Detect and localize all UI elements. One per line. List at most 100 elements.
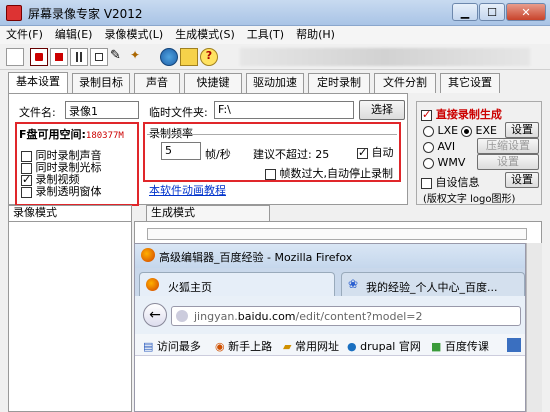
tab-other[interactable]: 其它设置 — [440, 73, 500, 93]
radio-avi[interactable]: AVI — [423, 140, 455, 153]
firefox-navbar: ← jingyan.baidu.com/edit/content?model=2 — [135, 296, 525, 334]
output-format-panel: 直接录制生成 LXE EXE 设置 AVI 压缩设置 WMV 设置 自设信息 设… — [416, 101, 542, 205]
overflow-label: 帧数过大,自动停止录制 — [279, 167, 394, 180]
pause-icon[interactable] — [70, 48, 88, 66]
radio-wmv[interactable]: WMV — [423, 156, 465, 169]
app-icon — [6, 5, 22, 21]
menu-help[interactable]: 帮助(H) — [290, 26, 341, 44]
close-button[interactable]: ✕ — [506, 3, 546, 21]
bookmark-label: drupal 官网 — [360, 340, 421, 353]
tempfolder-input[interactable]: F:\ — [214, 101, 354, 119]
filename-input[interactable]: 录像1 — [65, 101, 139, 119]
folder-icon: ▰ — [283, 340, 292, 353]
bookmark-common-sites[interactable]: ▰ 常用网址 — [283, 338, 339, 354]
radio-label: AVI — [437, 140, 456, 153]
tab-sound[interactable]: 声音 — [134, 73, 180, 93]
radio-lxe[interactable]: LXE — [423, 124, 458, 137]
fps-input[interactable]: 5 — [161, 142, 201, 160]
help-icon[interactable]: ? — [200, 48, 218, 66]
record-icon[interactable] — [30, 48, 48, 66]
menu-tools[interactable]: 工具(T) — [241, 26, 290, 44]
preview-icon[interactable] — [90, 48, 108, 66]
bookmark-baidu-chuanke[interactable]: ■ 百度传课 — [431, 338, 489, 354]
url-domain: baidu.com — [237, 310, 296, 323]
tab-record-mode[interactable]: 录像模式 — [8, 205, 132, 221]
bookmark-icon: ■ — [431, 340, 442, 353]
radio[interactable] — [423, 125, 434, 137]
compress-settings-button[interactable]: 压缩设置 — [477, 138, 539, 154]
choose-button[interactable]: 选择 — [359, 100, 405, 120]
bookmarks-bar: ▤ 访问最多 ◉ 新手上路 ▰ 常用网址 ● drupal 官网 ■ 百度传课 — [135, 334, 525, 356]
radio[interactable] — [423, 141, 434, 153]
bookmark-most-visited[interactable]: ▤ 访问最多 — [143, 338, 201, 354]
url-path: /edit/content?model=2 — [295, 310, 423, 323]
back-icon[interactable]: ← — [143, 303, 167, 327]
tab-label: 火狐主页 — [168, 281, 212, 294]
recording-list[interactable] — [8, 221, 132, 412]
firefox-tab-experience[interactable]: ❀ 我的经验_个人中心_百度... — [341, 272, 525, 296]
radio-label: WMV — [437, 156, 466, 169]
url-prefix: jingyan. — [194, 310, 238, 323]
menu-file[interactable]: 文件(F) — [0, 26, 49, 44]
menu-edit[interactable]: 编辑(E) — [49, 26, 99, 44]
auto-info-label: 自设信息 — [435, 176, 480, 189]
overflow-checkbox[interactable]: 帧数过大,自动停止录制 — [265, 165, 393, 181]
tempfolder-label: 临时文件夹: — [149, 106, 208, 119]
stop-icon[interactable] — [50, 48, 68, 66]
fps-unit: 帧/秒 — [205, 148, 231, 161]
new-file-icon[interactable] — [6, 48, 24, 66]
menu-generate-mode[interactable]: 生成模式(S) — [169, 26, 241, 44]
lock-icon[interactable] — [180, 48, 198, 66]
check-record-transparent[interactable]: 录制透明窗体 — [21, 183, 102, 199]
bookmark-label: 访问最多 — [156, 340, 201, 353]
minimize-button[interactable]: ▁ — [452, 3, 478, 21]
checkbox[interactable] — [265, 168, 276, 180]
filename-label: 文件名: — [19, 106, 56, 119]
firefox-icon — [146, 278, 159, 291]
maximize-button[interactable]: ☐ — [479, 3, 505, 21]
info-settings-button[interactable]: 设置 — [505, 172, 539, 188]
direct-generate[interactable]: 直接录制生成 — [421, 106, 502, 122]
checkbox[interactable] — [357, 146, 368, 159]
radio[interactable] — [461, 125, 472, 137]
firefox-title: 高级编辑器_百度经验 - Mozilla Firefox — [159, 251, 353, 264]
vertical-scrollbar[interactable] — [526, 243, 542, 412]
tab-scheduled[interactable]: 定时录制 — [308, 73, 370, 93]
wand-icon[interactable]: ✦ — [130, 48, 148, 66]
tab-target[interactable]: 录制目标 — [72, 73, 130, 93]
bookmark-icon[interactable] — [507, 338, 521, 352]
paw-icon: ❀ — [348, 277, 359, 291]
settings-button[interactable]: 设置 — [505, 122, 539, 138]
tab-generate-mode[interactable]: 生成模式 — [146, 205, 270, 221]
radio-exe[interactable]: EXE — [461, 124, 497, 137]
title-bar: 屏幕录像专家 V2012 ▁ ☐ ✕ — [0, 0, 550, 26]
tab-hotkeys[interactable]: 快捷键 — [184, 73, 242, 93]
tutorial-link[interactable]: 本软件动画教程 — [149, 182, 226, 198]
auto-info[interactable]: 自设信息 — [421, 174, 480, 190]
menu-bar: 文件(F) 编辑(E) 录像模式(L) 生成模式(S) 工具(T) 帮助(H) — [0, 26, 550, 44]
checkbox[interactable] — [21, 186, 32, 198]
divider — [147, 134, 397, 135]
globe-icon[interactable] — [160, 48, 178, 66]
radio-label: EXE — [475, 124, 497, 137]
radio[interactable] — [423, 157, 434, 169]
firefox-tab-home[interactable]: 火狐主页 — [139, 272, 335, 296]
wmv-settings-button[interactable]: 设置 — [477, 154, 539, 170]
tab-basic[interactable]: 基本设置 — [8, 72, 68, 94]
fps-hint: 建议不超过: 25 — [253, 148, 330, 161]
tab-acceleration[interactable]: 驱动加速 — [246, 73, 304, 93]
url-bar[interactable]: jingyan.baidu.com/edit/content?model=2 — [171, 306, 521, 326]
bookmark-icon: ◉ — [215, 340, 225, 353]
pencil-icon[interactable]: ✎ — [110, 48, 128, 66]
checkbox[interactable] — [421, 108, 432, 121]
tab-split[interactable]: 文件分割 — [374, 73, 436, 93]
bookmark-drupal[interactable]: ● drupal 官网 — [347, 338, 421, 354]
direct-label: 直接录制生成 — [435, 108, 502, 121]
menu-record-mode[interactable]: 录像模式(L) — [98, 26, 169, 44]
bookmark-getting-started[interactable]: ◉ 新手上路 — [215, 338, 272, 354]
copyright-text: (版权文字 logo图形) — [423, 194, 516, 205]
window-title: 屏幕录像专家 V2012 — [28, 7, 143, 21]
auto-checkbox[interactable]: 自动 — [357, 144, 394, 160]
bookmark-label: 常用网址 — [294, 340, 339, 353]
checkbox[interactable] — [421, 177, 432, 189]
